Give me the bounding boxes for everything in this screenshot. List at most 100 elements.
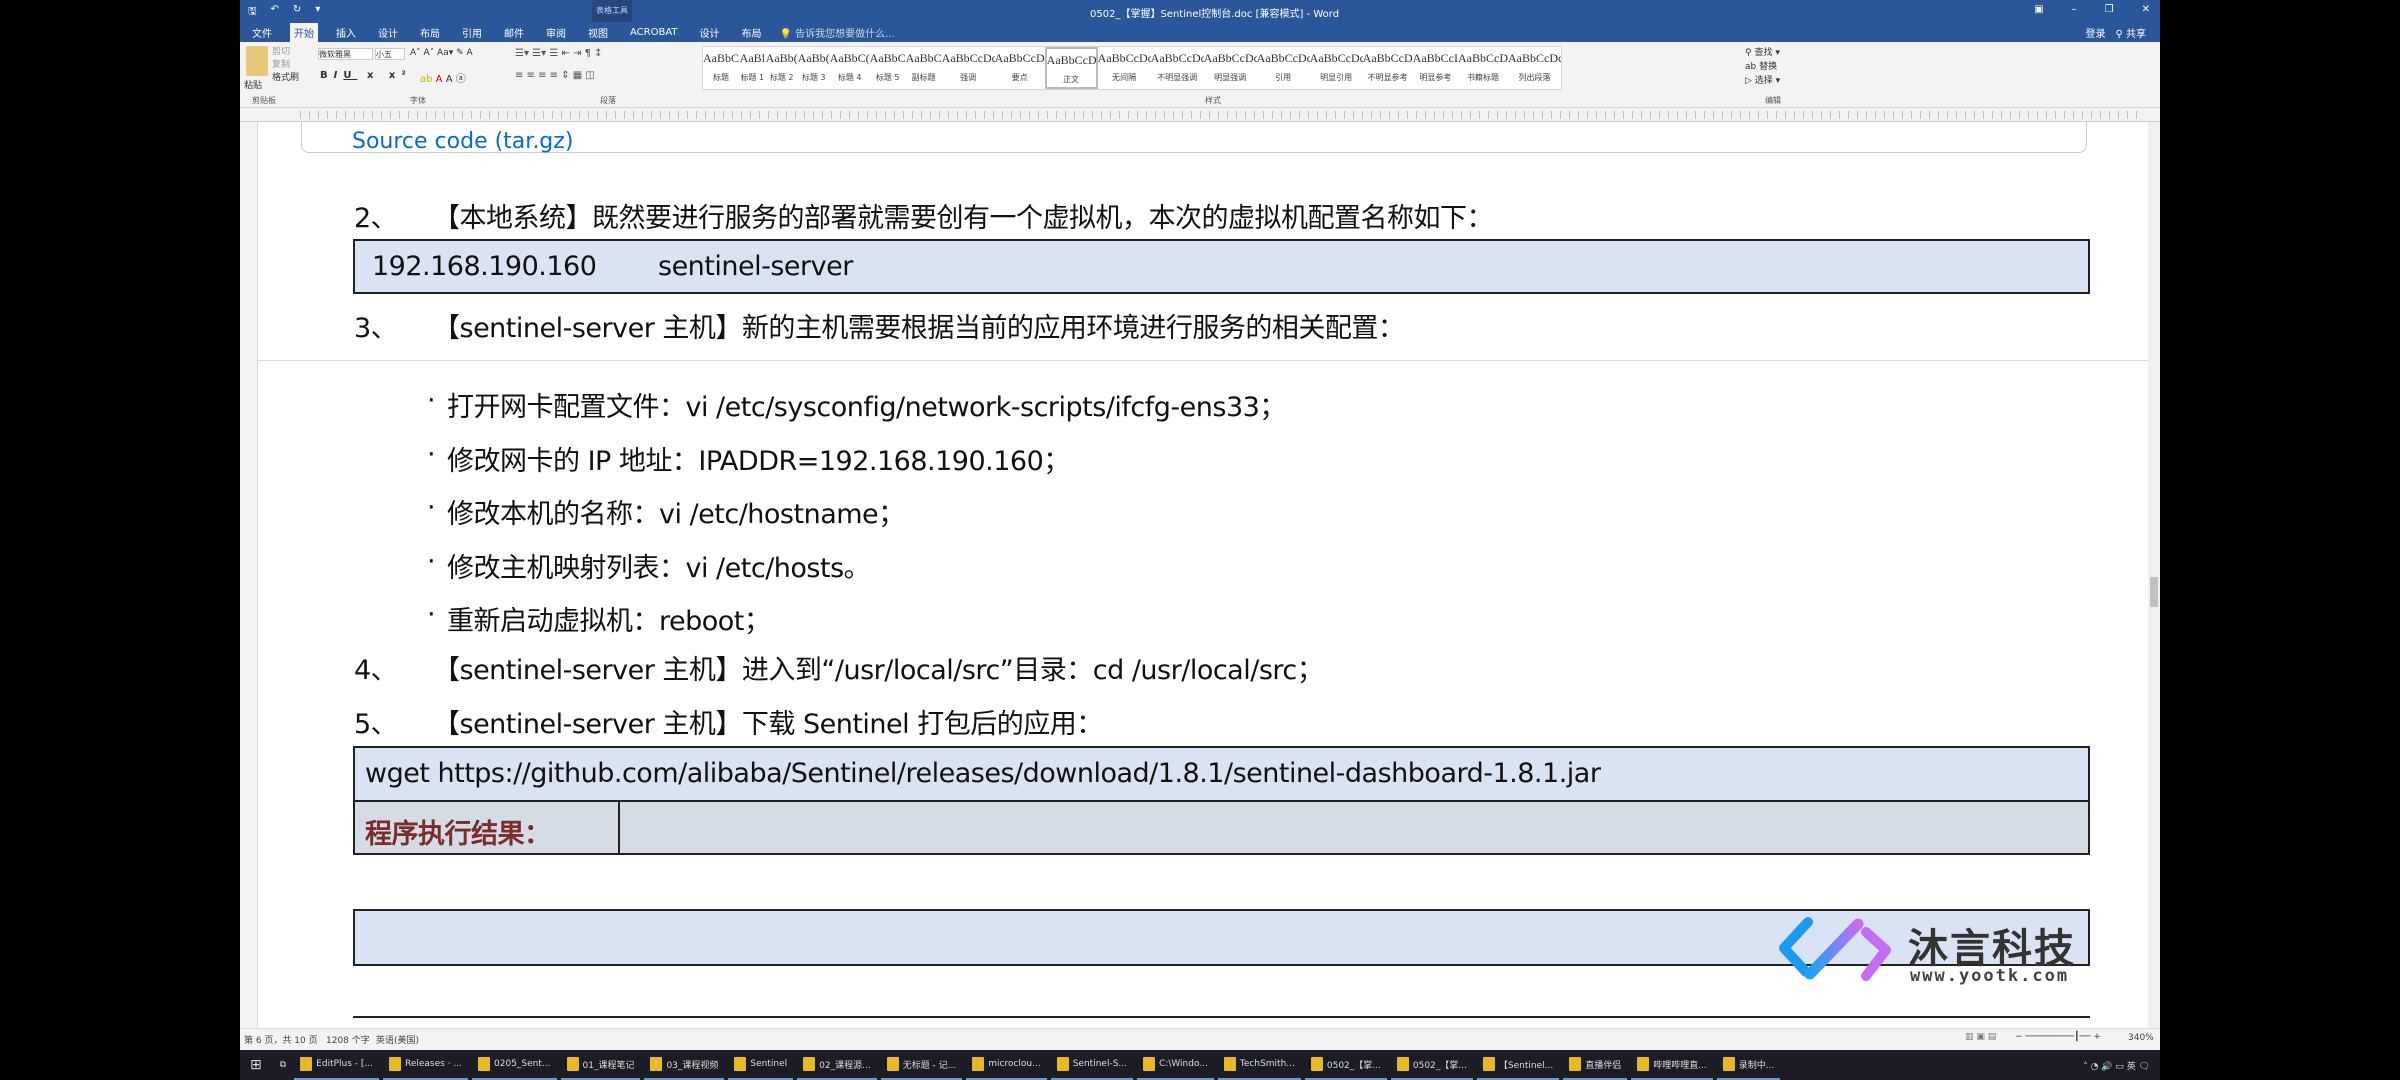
- style-sample: AaBbCcDc: [1150, 51, 1204, 65]
- style-0[interactable]: AaBbC 标题: [703, 47, 739, 89]
- close-button[interactable]: ✕: [2142, 4, 2150, 15]
- style-5[interactable]: AaBbC 标题 5: [870, 47, 906, 89]
- taskbar-item[interactable]: 01_课程笔记: [560, 1050, 641, 1080]
- vertical-scrollbar[interactable]: [2148, 122, 2160, 1028]
- page-count[interactable]: 第 6 页，共 10 页: [244, 1033, 318, 1046]
- tab-references[interactable]: 引用: [458, 23, 486, 42]
- list-buttons[interactable]: ☰▾ ☰▾ ☰ ⇤ ⇥ ¶ ↕: [515, 48, 603, 59]
- maximize-button[interactable]: ❐: [2105, 4, 2114, 15]
- minimize-button[interactable]: –: [2072, 4, 2077, 15]
- word-count[interactable]: 1208 个字: [326, 1033, 370, 1046]
- zoom-slider[interactable]: − ─────────┃── +: [2015, 1032, 2101, 1042]
- tab-table-layout[interactable]: 布局: [738, 23, 766, 42]
- style-10[interactable]: AaBbCcDc 无间隔: [1098, 47, 1151, 89]
- style-8[interactable]: AaBbCcD 要点: [995, 47, 1045, 89]
- font-format-buttons[interactable]: BIU x x²: [320, 70, 412, 81]
- style-14[interactable]: AaBbCcDc 明显引用: [1310, 47, 1363, 89]
- style-17[interactable]: AaBbCcD 书籍标题: [1458, 47, 1508, 89]
- system-tray[interactable]: ˄ ◔ 🔊 ▭ 英 🗨: [2083, 1059, 2160, 1072]
- style-2[interactable]: AaBb(标题 2: [766, 47, 798, 89]
- language[interactable]: 英语(美国): [376, 1033, 419, 1046]
- taskbar-item[interactable]: 0502_【掌...: [1390, 1050, 1473, 1080]
- tab-review[interactable]: 审阅: [542, 23, 570, 42]
- scrollbar-thumb[interactable]: [2150, 577, 2158, 607]
- style-6[interactable]: AaBbC 副标题: [906, 47, 942, 89]
- tab-insert[interactable]: 插入: [332, 23, 360, 42]
- horizontal-ruler[interactable]: [240, 108, 2160, 122]
- task-view-button[interactable]: ⧉: [272, 1060, 294, 1070]
- app-icon: [1482, 1057, 1495, 1071]
- taskbar-item[interactable]: 【Sentinel...: [1476, 1050, 1560, 1080]
- tab-table-design[interactable]: 设计: [696, 23, 724, 42]
- replace-button[interactable]: ab 替换: [1745, 60, 1780, 74]
- bullet-marker: ·: [427, 385, 436, 416]
- ribbon-display-icon[interactable]: ▣: [2034, 4, 2043, 15]
- zoom-level[interactable]: 340%: [2128, 1033, 2154, 1043]
- font-color-buttons[interactable]: ab A A ⓐ: [420, 70, 466, 85]
- taskbar-item[interactable]: C:\Windo...: [1137, 1050, 1214, 1080]
- select-button[interactable]: ▷ 选择 ▾: [1745, 74, 1780, 88]
- taskbar-item[interactable]: 录制中...: [1716, 1050, 1781, 1080]
- hosts-box: 192.168.190.160 sentinel-server: [353, 239, 2090, 294]
- taskbar-item[interactable]: Releases · ...: [382, 1050, 469, 1080]
- taskbar-item[interactable]: Sentinel: [728, 1050, 794, 1080]
- customize-qat-icon[interactable]: ▾: [315, 4, 320, 21]
- style-3[interactable]: AaBb(标题 3: [798, 47, 830, 89]
- cut-button[interactable]: 剪切: [272, 46, 299, 59]
- style-15[interactable]: AaBbCcD 不明显参考: [1363, 47, 1413, 89]
- tab-design[interactable]: 设计: [374, 23, 402, 42]
- paste-icon[interactable]: [246, 46, 268, 76]
- style-7[interactable]: AaBbCcDc 强调: [942, 47, 995, 89]
- style-11[interactable]: AaBbCcDc 不明显强调: [1151, 47, 1204, 89]
- source-code-link[interactable]: Source code (tar.gz): [352, 129, 573, 154]
- taskbar-item[interactable]: 0205_Sent...: [472, 1050, 557, 1080]
- view-mode-buttons[interactable]: ▥ ▣ ▤: [1965, 1032, 1996, 1042]
- tab-acrobat[interactable]: ACROBAT: [626, 25, 682, 40]
- taskbar-item[interactable]: 02_课程源...: [797, 1050, 877, 1080]
- taskbar-item[interactable]: TechSmith...: [1217, 1050, 1301, 1080]
- step-4-text: 【sentinel-server 主机】进入到“/usr/local/src”目…: [433, 655, 1324, 686]
- style-18[interactable]: AaBbCcDc 列出段落: [1508, 47, 1561, 89]
- taskbar-item[interactable]: 无标题 - 记...: [880, 1050, 963, 1080]
- tab-home[interactable]: 开始: [290, 23, 318, 43]
- taskbar-item[interactable]: 0502_【掌...: [1304, 1050, 1387, 1080]
- style-9[interactable]: AaBbCcDc 正文: [1044, 47, 1098, 89]
- tab-layout[interactable]: 布局: [416, 23, 444, 42]
- style-1[interactable]: AaBl 标题 1: [739, 47, 766, 89]
- taskbar-item[interactable]: Sentinel-S...: [1050, 1050, 1133, 1080]
- bullet-item: 修改本机的名称：vi /etc/hostname；: [447, 499, 905, 530]
- styles-gallery[interactable]: AaBbC 标题 AaBl 标题 1 AaBb(标题 2 AaBb(标题 3 AaBbC(标…: [702, 46, 1562, 90]
- style-13[interactable]: AaBbCcDc 引用: [1257, 47, 1310, 89]
- tab-file[interactable]: 文件: [248, 23, 276, 42]
- redo-icon[interactable]: ↻: [293, 4, 301, 21]
- font-name-select[interactable]: 微软雅黑: [318, 48, 373, 60]
- document-canvas[interactable]: Source code (tar.gz) 2、 【本地系统】既然要进行服务的部署…: [258, 122, 2148, 1028]
- tab-mailings[interactable]: 邮件: [500, 23, 528, 42]
- vertical-ruler[interactable]: [240, 122, 258, 1030]
- alignment-buttons[interactable]: ≡ ≡ ≡ ≡ ⇕ ▦ ◫: [515, 70, 595, 81]
- style-12[interactable]: AaBbCcDc 明显强调: [1204, 47, 1257, 89]
- taskbar-item[interactable]: 哔哩哔哩直...: [1631, 1050, 1713, 1080]
- style-16[interactable]: AaBbCcI 明显参考: [1413, 47, 1458, 89]
- start-button[interactable]: ⊞: [240, 1057, 272, 1073]
- format-painter-button[interactable]: 格式刷: [272, 72, 299, 85]
- style-4[interactable]: AaBbC(标题 4: [830, 47, 870, 89]
- login-link[interactable]: 登录: [2085, 25, 2105, 40]
- taskbar-item[interactable]: 直播伴侣: [1563, 1050, 1628, 1080]
- font-size-controls[interactable]: A˄ A˅ Aa▾ ✎ A: [410, 48, 473, 58]
- taskbar-item[interactable]: 03_课程视频: [644, 1050, 725, 1080]
- tell-me-box[interactable]: 💡 告诉我您想要做什么...: [780, 25, 895, 40]
- taskbar-item-label: C:\Windo...: [1159, 1059, 1208, 1069]
- taskbar-item[interactable]: microclou...: [966, 1050, 1047, 1080]
- taskbar-item[interactable]: EditPlus - [...: [294, 1050, 379, 1080]
- style-name: 明显强调: [1214, 73, 1247, 82]
- font-size-select[interactable]: 小五: [375, 48, 405, 60]
- share-button[interactable]: ⚲ 共享: [2115, 25, 2146, 40]
- tab-view[interactable]: 视图: [584, 23, 612, 42]
- undo-icon[interactable]: ↶: [271, 4, 279, 21]
- window-title: 0502_【掌握】Sentinel控制台.doc [兼容模式] - Word: [1090, 9, 1340, 20]
- paste-button[interactable]: 粘贴: [244, 78, 262, 91]
- find-button[interactable]: ⚲ 查找 ▾: [1745, 46, 1780, 60]
- save-icon[interactable]: 🖫: [248, 4, 257, 21]
- copy-button[interactable]: 复制: [272, 59, 299, 72]
